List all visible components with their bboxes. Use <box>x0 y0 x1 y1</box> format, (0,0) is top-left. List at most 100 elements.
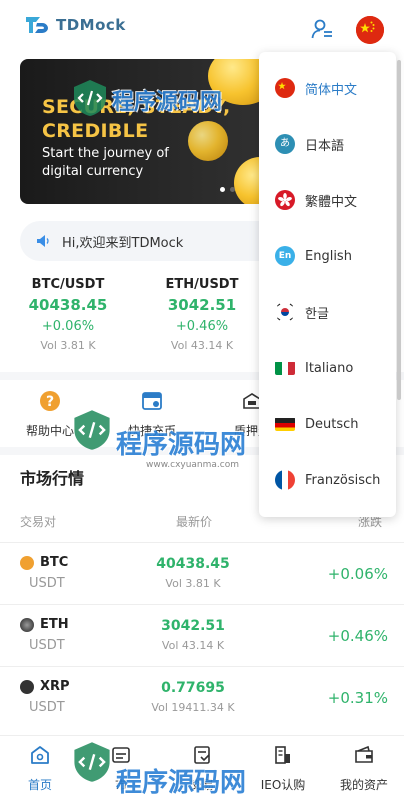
ticker-pair: ETH/USDT <box>165 277 239 292</box>
banner-title: SECURE, STEADY, CREDIBLE <box>42 96 231 142</box>
app-logo[interactable]: TDMock <box>24 14 126 36</box>
row-symbol: BTC <box>20 555 68 570</box>
ticker-pair: BTC/USDT <box>31 277 105 292</box>
france-flag-icon <box>275 470 295 490</box>
quick-deposit[interactable]: 快捷充币 <box>112 390 192 439</box>
row-price: 3042.51 <box>161 618 225 634</box>
user-icon[interactable] <box>310 17 334 41</box>
bottom-nav: 首页 市 交易 IEO认购 我的资产 <box>0 735 404 797</box>
japan-flag-icon: あ <box>275 134 295 154</box>
banner-dot-active[interactable] <box>220 187 225 192</box>
row-volume: Vol 43.14 K <box>161 639 225 652</box>
english-flag-icon: En <box>275 246 295 266</box>
row-base: ETH <box>40 617 69 632</box>
germany-flag-icon <box>275 417 295 431</box>
watermark-url: www.cxyuanma.com <box>146 460 240 470</box>
eth-coin-icon <box>20 617 34 632</box>
quick-label: 帮助中心 <box>25 424 74 438</box>
row-quote: USDT <box>29 700 65 715</box>
lang-option-de[interactable]: Deutsch <box>259 404 396 444</box>
ticker-price: 3042.51 <box>167 296 237 314</box>
row-quote: USDT <box>29 576 65 591</box>
market-row-xrp[interactable]: XRP USDT 0.77695 Vol 19411.34 K +0.31% <box>0 666 404 728</box>
btc-coin-icon <box>20 555 34 570</box>
row-volume: Vol 3.81 K <box>165 577 221 590</box>
lang-option-fr[interactable]: Französisch <box>259 460 396 500</box>
row-price: 40438.45 <box>156 556 230 572</box>
market-header-pair: 交易对 <box>20 515 57 529</box>
lang-badge: あ <box>280 138 290 149</box>
row-symbol: ETH <box>20 617 69 632</box>
ticker-card[interactable]: BTC/USDT 40438.45 +0.06% Vol 3.81 K <box>8 277 128 352</box>
lang-label: 繁體中文 <box>305 194 358 210</box>
lang-option-ko[interactable]: 한글 <box>259 292 396 332</box>
svg-text:?: ? <box>46 394 54 410</box>
xrp-coin-icon <box>20 679 34 694</box>
hongkong-flag-icon <box>275 190 295 210</box>
language-switch-button[interactable] <box>356 16 384 44</box>
banner-subtitle: Start the journey of digital currency <box>42 146 169 179</box>
quick-label: 快捷充币 <box>127 424 176 438</box>
nav-label: 交易 <box>189 778 214 792</box>
korea-flag-icon <box>275 302 295 322</box>
help-icon: ? <box>40 391 60 411</box>
app-header: TDMock <box>0 0 404 58</box>
lang-label: 한글 <box>305 306 329 322</box>
market-header-price: 最新价 <box>176 515 213 529</box>
lang-option-it[interactable]: Italiano <box>259 348 396 388</box>
nav-trade[interactable]: 交易 <box>162 744 242 793</box>
row-change: +0.06% <box>327 565 388 583</box>
nav-market[interactable]: 市 <box>81 744 161 793</box>
trade-icon <box>194 746 210 764</box>
quick-help[interactable]: ? 帮助中心 <box>10 390 90 439</box>
banner-pagination <box>220 187 235 192</box>
lang-option-zh-tw[interactable]: 繁體中文 <box>259 180 396 220</box>
row-quote: USDT <box>29 638 65 653</box>
market-row-eth[interactable]: ETH USDT 3042.51 Vol 43.14 K +0.46% <box>0 604 404 666</box>
app-name: TDMock <box>56 16 126 34</box>
nav-ieo[interactable]: IEO认购 <box>243 744 323 793</box>
market-title: 市场行情 <box>20 469 85 488</box>
lang-label: 简体中文 <box>305 82 358 98</box>
row-base: BTC <box>40 555 69 570</box>
row-price: 0.77695 <box>161 680 225 696</box>
lang-label: Deutsch <box>305 416 359 432</box>
promo-banner[interactable]: SECURE, STEADY, CREDIBLE Start the journ… <box>20 59 295 204</box>
notice-text: Hi,欢迎来到TDMock <box>62 235 184 251</box>
ieo-icon <box>275 746 290 764</box>
ticker-change: +0.46% <box>175 319 229 334</box>
ticker-volume: Vol 3.81 K <box>40 339 96 352</box>
wallet-icon <box>355 745 373 763</box>
row-change: +0.31% <box>327 689 388 707</box>
lang-badge: En <box>278 251 292 261</box>
deposit-icon <box>142 392 162 410</box>
dropdown-scrollbar[interactable] <box>397 60 401 400</box>
lang-option-zh-cn[interactable]: 简体中文 <box>259 68 396 108</box>
language-dropdown: 简体中文 あ 日本語 繁體中文 En English 한글 Italiano D… <box>259 52 396 517</box>
lang-option-ja[interactable]: あ 日本語 <box>259 124 396 164</box>
ticker-price: 40438.45 <box>28 296 108 314</box>
market-icon <box>112 747 130 763</box>
row-change: +0.46% <box>327 627 388 645</box>
speaker-icon <box>37 235 49 247</box>
row-base: XRP <box>40 679 70 694</box>
lang-option-en[interactable]: En English <box>259 236 396 276</box>
china-flag-icon <box>275 78 295 98</box>
home-icon <box>31 746 49 764</box>
market-row-btc[interactable]: BTC USDT 40438.45 Vol 3.81 K +0.06% <box>0 542 404 604</box>
nav-label: 首页 <box>27 778 52 792</box>
nav-label: IEO认购 <box>260 778 306 792</box>
ticker-change: +0.06% <box>41 319 95 334</box>
ticker-card[interactable]: ETH/USDT 3042.51 +0.46% Vol 43.14 K <box>142 277 262 352</box>
nav-label: 我的资产 <box>339 778 388 792</box>
china-flag-icon <box>356 16 384 44</box>
banner-dot[interactable] <box>230 187 235 192</box>
nav-assets[interactable]: 我的资产 <box>324 744 404 793</box>
logo-mark-icon <box>26 17 48 33</box>
italy-flag-icon <box>275 361 295 375</box>
nav-label: 市 <box>114 778 127 792</box>
lang-label: English <box>305 248 352 264</box>
nav-home[interactable]: 首页 <box>0 744 80 793</box>
ticker-volume: Vol 43.14 K <box>170 339 234 352</box>
lang-label: 日本語 <box>305 138 345 154</box>
